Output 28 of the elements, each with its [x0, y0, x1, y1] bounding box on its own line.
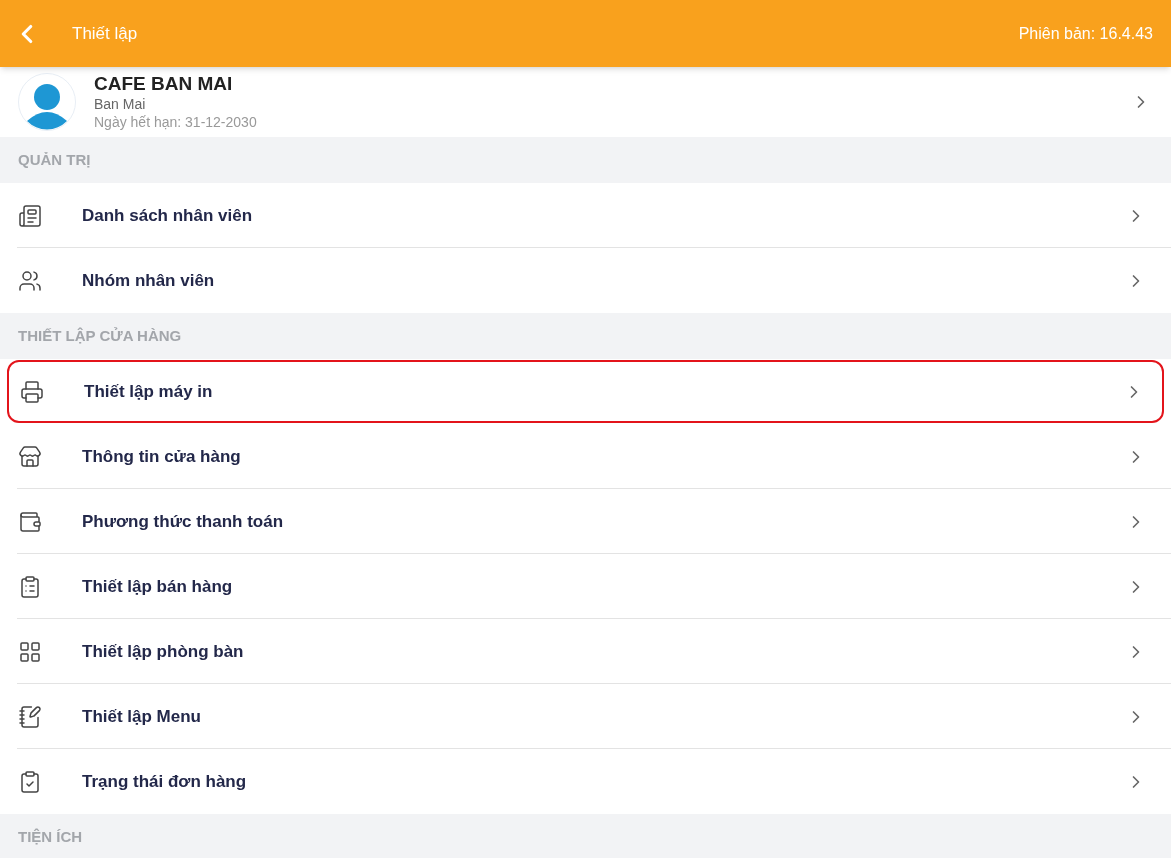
page-title: Thiết lập	[72, 22, 138, 45]
settings-item[interactable]: Nhóm nhân viên	[0, 248, 1171, 313]
grid-icon	[18, 639, 42, 664]
clipboard-icon	[18, 574, 42, 599]
printer-icon	[20, 379, 44, 404]
people-icon	[18, 268, 42, 293]
section-title: THIẾT LẬP CỬA HÀNG	[18, 325, 182, 346]
avatar-icon	[18, 73, 76, 131]
store-subtitle: Ban Mai	[94, 95, 147, 113]
store-name: CAFE BAN MAI	[94, 73, 234, 95]
settings-item[interactable]: Trạng thái đơn hàng	[0, 749, 1171, 814]
version-text: Phiên bản: 16.4.43	[1018, 23, 1153, 44]
section-title: TIỆN ÍCH	[18, 826, 83, 847]
settings-item[interactable]: Thiết lập phòng bàn	[0, 619, 1171, 684]
settings-item[interactable]: Thông tin cửa hàng	[0, 424, 1171, 489]
settings-item[interactable]: Danh sách nhân viên	[0, 183, 1171, 248]
wallet-icon	[18, 509, 42, 534]
clipboard-check-icon	[18, 769, 42, 794]
profile-row[interactable]: CAFE BAN MAI Ban Mai Ngày hết hạn: 31-12-2030	[0, 67, 1171, 137]
settings-item[interactable]: Phương thức thanh toán	[0, 489, 1171, 554]
staff-list-icon	[18, 203, 42, 228]
settings-item[interactable]: Thiết lập máy in	[7, 360, 1164, 423]
settings-item[interactable]: Thiết lập bán hàng	[0, 554, 1171, 619]
notebook-icon	[18, 704, 42, 729]
expiry-text: Ngày hết hạn: 31-12-2030	[94, 113, 257, 131]
settings-item[interactable]: Thiết lập Menu	[0, 684, 1171, 749]
store-icon	[18, 444, 42, 469]
section-title: QUẢN TRỊ	[18, 149, 91, 170]
